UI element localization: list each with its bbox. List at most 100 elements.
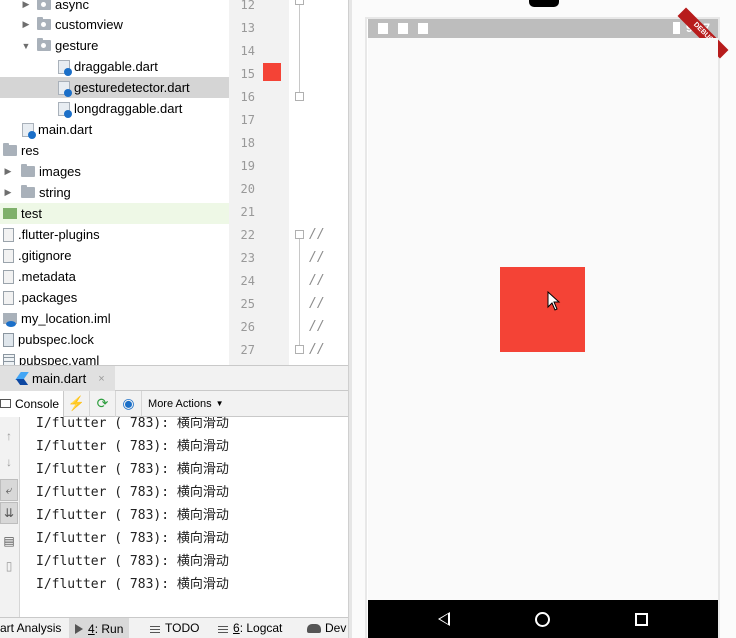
- home-icon[interactable]: [535, 612, 550, 627]
- tree-item-test[interactable]: test: [0, 203, 229, 224]
- battery-icon: [673, 22, 680, 34]
- tree-item-main-dart[interactable]: main.dart: [0, 119, 229, 140]
- scroll-to-end-icon[interactable]: ⇊: [0, 502, 18, 524]
- tree-item-customview[interactable]: ▶ customview: [0, 14, 229, 35]
- line-number: 17: [240, 113, 255, 127]
- color-preview-swatch[interactable]: [263, 63, 281, 81]
- tree-item-label: my_location.iml: [21, 311, 111, 326]
- back-icon[interactable]: [438, 612, 450, 626]
- run-toolbar: Console ⚡ ⟳ ◉ More Actions ▼: [0, 390, 348, 417]
- tab-console[interactable]: Console: [0, 390, 65, 417]
- tree-item-draggable-dart[interactable]: draggable.dart: [0, 56, 229, 77]
- up-arrow-icon[interactable]: ↑: [0, 425, 18, 447]
- folder-icon: [21, 164, 35, 177]
- console-output[interactable]: I/flutter ( 783): 横向滑动 I/flutter ( 783):…: [20, 417, 348, 617]
- line-number: 18: [240, 136, 255, 150]
- tree-item-gitignore[interactable]: .gitignore: [0, 245, 229, 266]
- list-icon: [150, 623, 160, 633]
- fold-marker-icon[interactable]: [295, 345, 304, 354]
- tree-item-gesture[interactable]: ▼ gesture: [0, 35, 229, 56]
- tree-item-pubspec-yaml[interactable]: pubspec.yaml: [0, 350, 229, 365]
- tab-label: main.dart: [32, 371, 87, 386]
- hot-restart-button[interactable]: ⟳: [90, 390, 117, 417]
- expand-arrow-icon[interactable]: ▶: [3, 187, 13, 198]
- tree-item-label: .gitignore: [18, 248, 72, 263]
- code-comment: //: [309, 227, 325, 242]
- log-line: I/flutter ( 783): 横向滑动: [36, 417, 229, 431]
- tree-item-label: string: [39, 185, 71, 200]
- line-number: 12: [240, 0, 255, 12]
- tree-item-longdraggable-dart[interactable]: longdraggable.dart: [0, 98, 229, 119]
- fold-guide: [299, 0, 300, 100]
- chevron-down-icon: ▼: [215, 399, 224, 408]
- button-mnemonic: 6: [233, 621, 240, 635]
- tree-item-flutter-plugins[interactable]: .flutter-plugins: [0, 224, 229, 245]
- tree-item-metadata[interactable]: .metadata: [0, 266, 229, 287]
- button-label: Dev: [325, 621, 347, 635]
- dart-analysis-button[interactable]: art Analysis: [0, 621, 61, 635]
- line-number: 14: [240, 44, 255, 58]
- devtools-icon: ◉: [122, 395, 135, 411]
- gesture-target-box[interactable]: [500, 267, 585, 352]
- fold-marker-icon[interactable]: [295, 230, 304, 239]
- folder-icon: [21, 185, 35, 198]
- trash-icon[interactable]: ▯: [0, 555, 18, 577]
- line-number: 26: [240, 320, 255, 334]
- run-tool-button[interactable]: 4 : Run: [69, 618, 130, 638]
- code-comment: //: [309, 273, 325, 288]
- console-icon: [0, 399, 11, 408]
- expand-arrow-icon[interactable]: ▶: [3, 166, 13, 177]
- code-editor[interactable]: 12 13 14 15 16 17 18 19 20 21 22 23 24 2…: [229, 0, 348, 365]
- down-arrow-icon[interactable]: ↓: [0, 451, 18, 473]
- tree-item-label: .metadata: [18, 269, 76, 284]
- notification-icon: [398, 23, 408, 34]
- soft-wrap-icon[interactable]: ⤶: [0, 479, 18, 501]
- file-icon: [3, 269, 14, 284]
- line-number: 20: [240, 182, 255, 196]
- button-label: : Run: [94, 621, 124, 636]
- tree-item-async[interactable]: ▶ async: [0, 0, 229, 15]
- log-line: I/flutter ( 783): 横向滑动: [36, 554, 229, 569]
- run-side-toolbar: ↑ ↓ ⤶ ⇊ ▤ ▯: [0, 417, 20, 617]
- print-icon[interactable]: ▤: [0, 530, 18, 552]
- tree-item-label: async: [55, 0, 89, 12]
- tree-item-pubspec-lock[interactable]: pubspec.lock: [0, 329, 229, 350]
- tree-item-label: .flutter-plugins: [18, 227, 100, 242]
- mouse-cursor-icon: [547, 291, 561, 311]
- line-number: 24: [240, 274, 255, 288]
- fold-guide: [299, 236, 300, 352]
- line-number: 22: [240, 228, 255, 242]
- collapse-arrow-icon[interactable]: ▼: [21, 41, 31, 51]
- line-number: 19: [240, 159, 255, 173]
- device-tool-button[interactable]: Dev: [307, 621, 346, 635]
- dart-file-icon: [58, 59, 72, 76]
- code-comment: //: [309, 296, 325, 311]
- tree-item-gesturedetector-dart[interactable]: gesturedetector.dart: [0, 77, 229, 98]
- fold-marker-icon[interactable]: [295, 0, 304, 5]
- dart-file-icon: [58, 101, 72, 118]
- recent-apps-icon[interactable]: [635, 613, 648, 626]
- fold-marker-icon[interactable]: [295, 92, 304, 101]
- close-icon[interactable]: ×: [98, 373, 104, 385]
- expand-arrow-icon[interactable]: ▶: [21, 19, 31, 30]
- todo-tool-button[interactable]: TODO: [150, 621, 199, 635]
- cloud-icon: [307, 623, 321, 633]
- logcat-tool-button[interactable]: 6 : Logcat: [218, 621, 282, 635]
- tree-item-my-location-iml[interactable]: my_location.iml: [0, 308, 229, 329]
- tree-item-string[interactable]: ▶ string: [0, 182, 229, 203]
- log-line: I/flutter ( 783): 横向滑动: [36, 462, 229, 477]
- devtools-button[interactable]: ◉: [116, 390, 143, 417]
- more-actions-button[interactable]: More Actions ▼: [142, 398, 224, 410]
- tool-window-bar: art Analysis 4 : Run TODO 6 : Logcat Dev: [0, 617, 348, 638]
- expand-arrow-icon[interactable]: ▶: [21, 0, 31, 10]
- log-line: I/flutter ( 783): 横向滑动: [36, 508, 229, 523]
- tree-item-packages[interactable]: .packages: [0, 287, 229, 308]
- android-nav-bar: [368, 600, 718, 638]
- dart-file-icon: [22, 122, 36, 139]
- tab-main-dart[interactable]: main.dart ×: [0, 366, 115, 391]
- file-icon: [3, 290, 14, 305]
- tree-item-res[interactable]: res: [0, 140, 229, 161]
- line-number: 21: [240, 205, 255, 219]
- tree-item-images[interactable]: ▶ images: [0, 161, 229, 182]
- hot-reload-button[interactable]: ⚡: [64, 390, 91, 417]
